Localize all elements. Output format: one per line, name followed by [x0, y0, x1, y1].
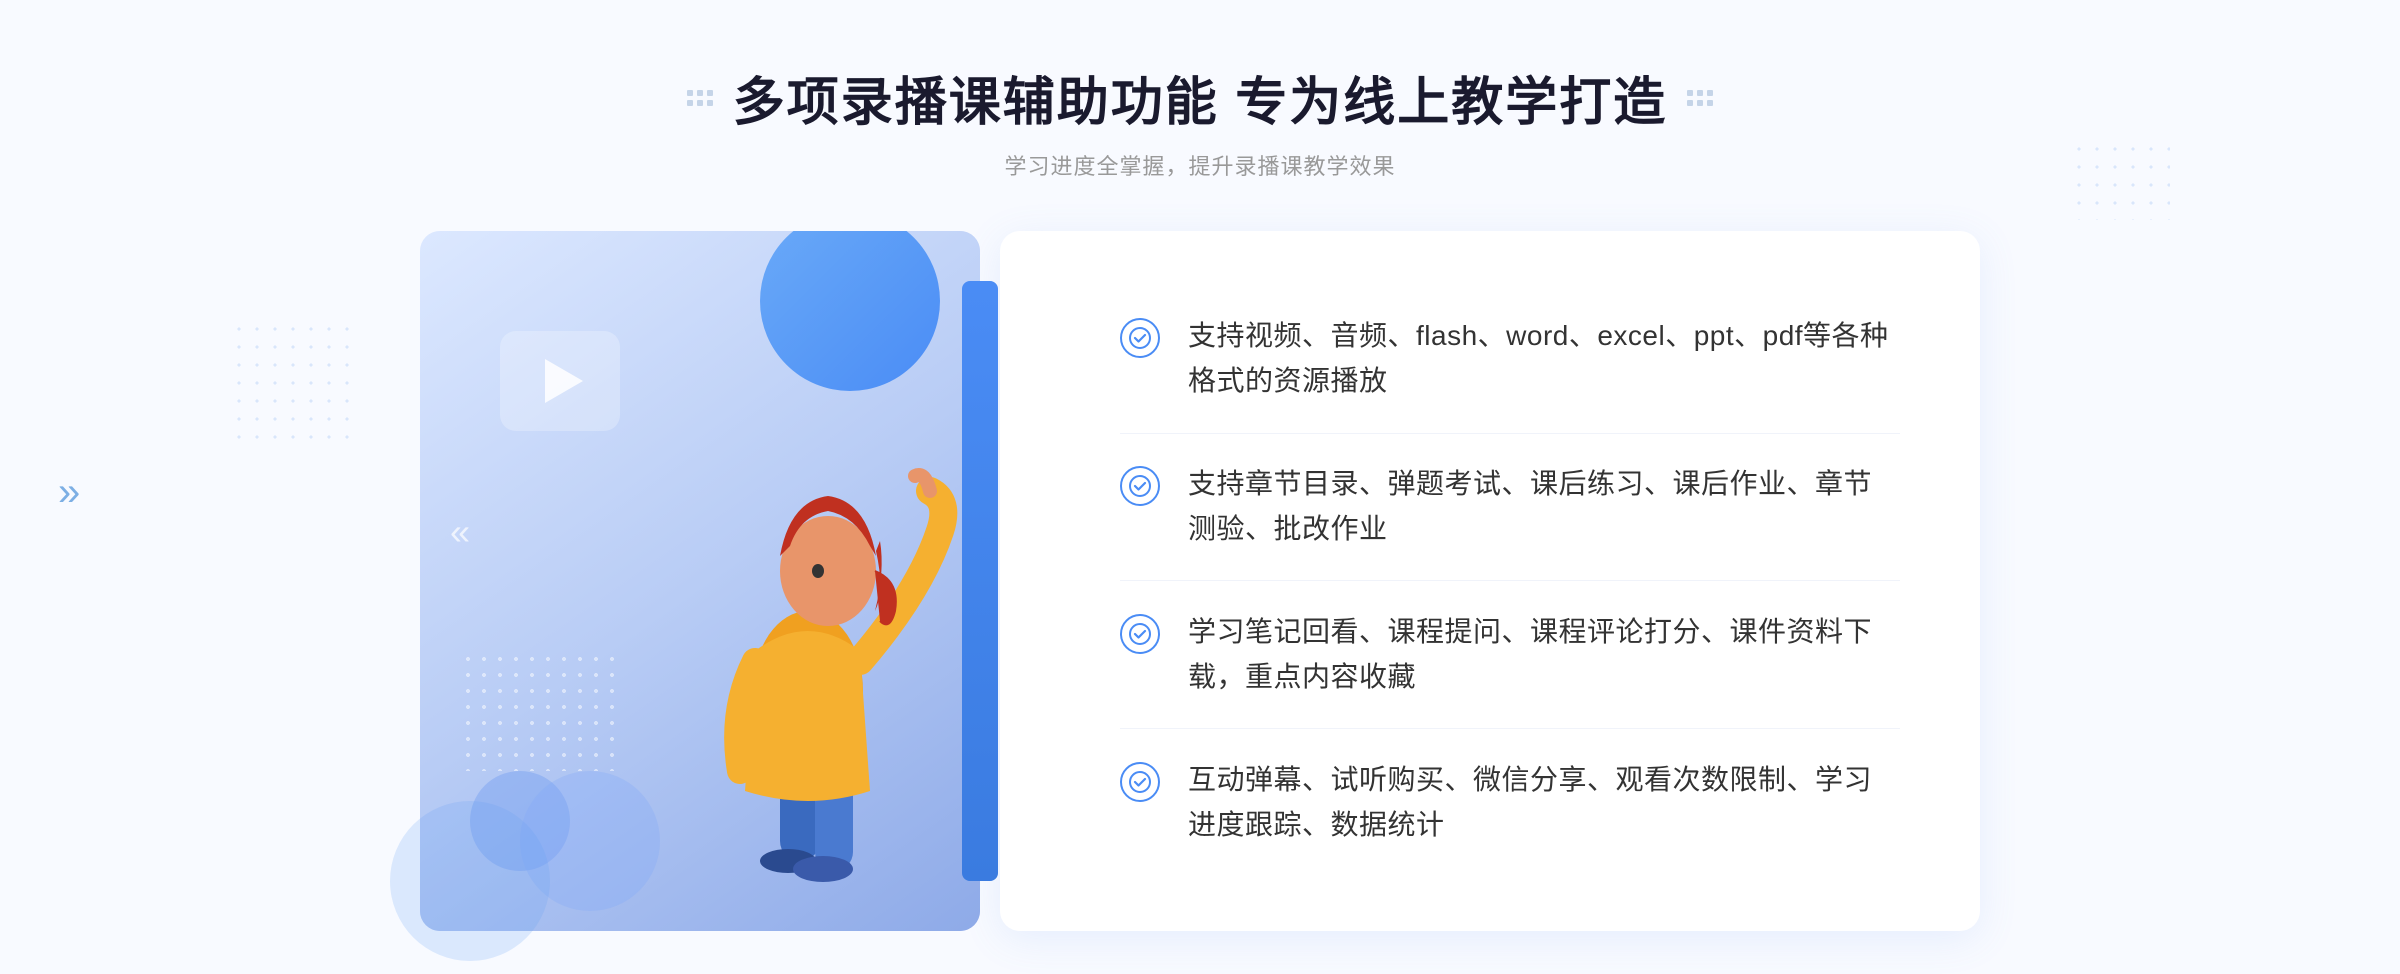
- check-icon-4: [1120, 762, 1160, 802]
- check-icon-1: [1120, 318, 1160, 358]
- page-container: » 多项录播课辅助功能 专为线上教学打造: [0, 0, 2400, 974]
- light-circle-decoration: [390, 801, 550, 961]
- divider-2: [1120, 580, 1900, 581]
- checkmark-svg-1: [1129, 327, 1151, 349]
- page-subtitle: 学习进度全掌握，提升录播课教学效果: [687, 149, 1713, 181]
- content-area: «: [420, 231, 1980, 931]
- check-icon-2: [1120, 466, 1160, 506]
- image-panel: «: [420, 231, 980, 931]
- feature-item-3: 学习笔记回看、课程提问、课程评论打分、课件资料下载，重点内容收藏: [1120, 592, 1900, 718]
- title-decoration-left: [687, 90, 713, 106]
- page-header: 多项录播课辅助功能 专为线上教学打造 学习进度全掌握，提升录播课教学效果: [687, 60, 1713, 181]
- blue-vertical-bar: [962, 281, 998, 881]
- play-triangle-icon: [545, 359, 583, 403]
- divider-3: [1120, 728, 1900, 729]
- title-row: 多项录播课辅助功能 专为线上教学打造: [687, 60, 1713, 135]
- feature-text-1: 支持视频、音频、flash、word、excel、ppt、pdf等各种格式的资源…: [1188, 314, 1900, 404]
- check-icon-3: [1120, 614, 1160, 654]
- dot-grid-left: [230, 320, 350, 440]
- checkmark-svg-2: [1129, 475, 1151, 497]
- divider-1: [1120, 433, 1900, 434]
- dot-grid-right: [2070, 140, 2170, 220]
- blue-circle-decoration: [760, 231, 940, 391]
- page-title: 多项录播课辅助功能 专为线上教学打造: [733, 60, 1667, 135]
- feature-text-2: 支持章节目录、弹题考试、课后练习、课后作业、章节测验、批改作业: [1188, 462, 1900, 552]
- content-panel: 支持视频、音频、flash、word、excel、ppt、pdf等各种格式的资源…: [1000, 231, 1980, 931]
- title-decoration-right: [1687, 90, 1713, 106]
- image-arrow-icon: «: [450, 511, 470, 553]
- feature-text-4: 互动弹幕、试听购买、微信分享、观看次数限制、学习进度跟踪、数据统计: [1188, 758, 1900, 848]
- feature-item-1: 支持视频、音频、flash、word、excel、ppt、pdf等各种格式的资源…: [1120, 296, 1900, 422]
- play-button-decoration: [500, 331, 620, 431]
- person-illustration: [660, 371, 960, 931]
- chevron-left-icon: »: [58, 470, 80, 515]
- checkmark-svg-4: [1129, 771, 1151, 793]
- image-dot-pattern: [460, 651, 620, 771]
- feature-item-2: 支持章节目录、弹题考试、课后练习、课后作业、章节测验、批改作业: [1120, 444, 1900, 570]
- checkmark-svg-3: [1129, 623, 1151, 645]
- feature-text-3: 学习笔记回看、课程提问、课程评论打分、课件资料下载，重点内容收藏: [1188, 610, 1900, 700]
- feature-item-4: 互动弹幕、试听购买、微信分享、观看次数限制、学习进度跟踪、数据统计: [1120, 740, 1900, 866]
